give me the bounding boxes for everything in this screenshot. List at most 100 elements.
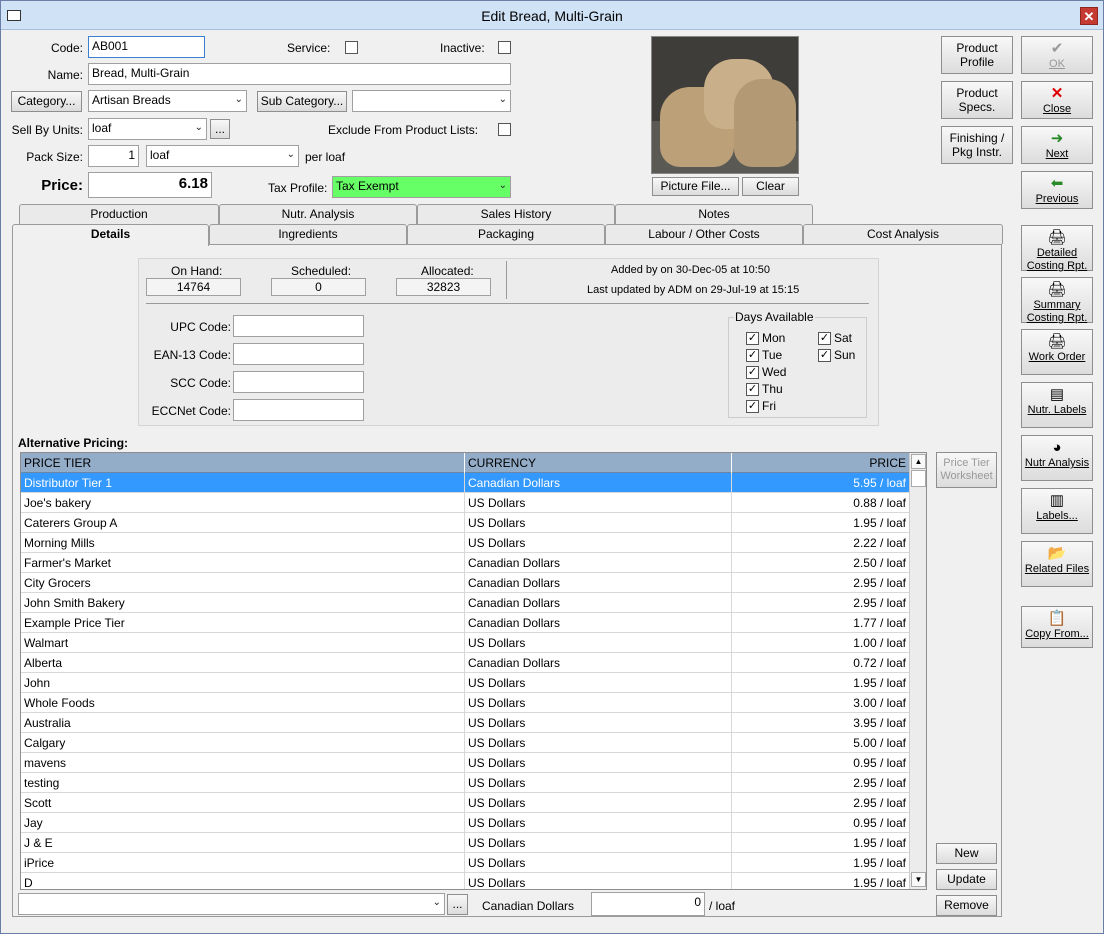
day-thu-checkbox[interactable]: ✓ [746, 383, 759, 396]
ok-button[interactable]: ✔ OK [1021, 36, 1093, 74]
table-row[interactable]: City Grocers Canadian Dollars 2.95 / loaf [21, 573, 910, 593]
table-row[interactable]: Alberta Canadian Dollars 0.72 / loaf [21, 653, 910, 673]
subcategory-button[interactable]: Sub Category... [257, 91, 347, 112]
day-tue-checkbox[interactable]: ✓ [746, 349, 759, 362]
price-tier-select[interactable]: ⌄ [18, 893, 445, 915]
inactive-checkbox[interactable] [498, 41, 511, 54]
upc-field[interactable] [233, 315, 364, 337]
scroll-down-icon[interactable]: ▼ [911, 872, 926, 887]
pack-unit-select[interactable]: loaf ⌄ [146, 145, 299, 167]
price-cell: 2.95 / loaf [732, 593, 910, 613]
scheduled-label: Scheduled: [291, 264, 352, 278]
table-row[interactable]: Walmart US Dollars 1.00 / loaf [21, 633, 910, 653]
service-checkbox[interactable] [345, 41, 358, 54]
table-row[interactable]: Joe's bakery US Dollars 0.88 / loaf [21, 493, 910, 513]
table-row[interactable]: Caterers Group A US Dollars 1.95 / loaf [21, 513, 910, 533]
chevron-down-icon: ⌄ [498, 180, 507, 191]
subcategory-select[interactable]: ⌄ [352, 90, 511, 112]
eccnet-field[interactable] [233, 399, 364, 421]
day-fri-checkbox[interactable]: ✓ [746, 400, 759, 413]
close-window-icon[interactable]: ✕ [1080, 7, 1098, 25]
product-specs-button[interactable]: Product Specs. [941, 81, 1013, 119]
table-row[interactable]: iPrice US Dollars 1.95 / loaf [21, 853, 910, 873]
update-price-tier-button[interactable]: Update [936, 869, 997, 890]
picture-file-button[interactable]: Picture File... [652, 177, 739, 196]
next-button[interactable]: ➜ Next [1021, 126, 1093, 164]
column-header-currency[interactable]: CURRENCY [465, 453, 732, 473]
table-row[interactable]: J & E US Dollars 1.95 / loaf [21, 833, 910, 853]
allocated-label: Allocated: [421, 264, 474, 278]
table-row[interactable]: John Smith Bakery Canadian Dollars 2.95 / … [21, 593, 910, 613]
category-select[interactable]: Artisan Breads ⌄ [88, 90, 247, 112]
table-row[interactable]: Australia US Dollars 3.95 / loaf [21, 713, 910, 733]
price-tier-table: PRICE TIER CURRENCY PRICE Distributor Ti… [20, 452, 927, 890]
name-field[interactable]: Bread, Multi-Grain [88, 63, 511, 85]
product-profile-button[interactable]: Product Profile [941, 36, 1013, 74]
side-button-related-files[interactable]: 📂 Related Files [1021, 541, 1093, 587]
side-button-nutr-labels[interactable]: ▤ Nutr. Labels [1021, 382, 1093, 428]
sell-by-browse-button[interactable]: ... [210, 119, 230, 139]
side-button-copy-from[interactable]: 📋 Copy From... [1021, 606, 1093, 648]
price-tier-browse-button[interactable]: ... [447, 894, 468, 915]
tab-sales-history[interactable]: Sales History [417, 204, 615, 224]
price-tier-cell: D [21, 873, 465, 889]
previous-button[interactable]: ⬅ Previous [1021, 171, 1093, 209]
column-header-price[interactable]: PRICE [732, 453, 910, 473]
table-row[interactable]: Scott US Dollars 2.95 / loaf [21, 793, 910, 813]
side-button-nutr-analysis[interactable]: ◕ Nutr Analysis [1021, 435, 1093, 481]
code-field[interactable]: AB001 [88, 36, 205, 58]
table-row[interactable]: Morning Mills US Dollars 2.22 / loaf [21, 533, 910, 553]
table-row[interactable]: Distributor Tier 1 Canadian Dollars 5.95 /… [21, 473, 910, 493]
tab-notes[interactable]: Notes [615, 204, 813, 224]
price-tier-worksheet-button[interactable]: Price Tier Worksheet [936, 452, 997, 488]
clear-picture-button[interactable]: Clear [742, 177, 799, 196]
table-scrollbar[interactable]: ▲ ▼ [909, 453, 926, 889]
day-wed-checkbox[interactable]: ✓ [746, 366, 759, 379]
tab-packaging[interactable]: Packaging [407, 224, 605, 244]
sell-by-select[interactable]: loaf ⌄ [88, 118, 207, 140]
side-button-detailed-costing-rpt[interactable]: 🖨 Detailed Costing Rpt. [1021, 225, 1093, 272]
tax-profile-select[interactable]: Tax Exempt ⌄ [332, 176, 511, 198]
day-mon-checkbox[interactable]: ✓ [746, 332, 759, 345]
bottom-price-field[interactable]: 0 [591, 892, 705, 916]
table-row[interactable]: John US Dollars 1.95 / loaf [21, 673, 910, 693]
price-tier-cell: City Grocers [21, 573, 465, 593]
tab-production[interactable]: Production [19, 204, 219, 224]
side-button-work-order[interactable]: 🖨 Work Order [1021, 329, 1093, 375]
new-price-tier-button[interactable]: New [936, 843, 997, 864]
table-row[interactable]: D US Dollars 1.95 / loaf [21, 873, 910, 889]
scc-field[interactable] [233, 371, 364, 393]
price-tier-cell: Farmer's Market [21, 553, 465, 573]
table-row[interactable]: testing US Dollars 2.95 / loaf [21, 773, 910, 793]
finishing-pkg-button[interactable]: Finishing / Pkg Instr. [941, 126, 1013, 164]
tab-labour-other-costs[interactable]: Labour / Other Costs [605, 224, 803, 244]
table-row[interactable]: Whole Foods US Dollars 3.00 / loaf [21, 693, 910, 713]
table-row[interactable]: Example Price Tier Canadian Dollars 1.77 /… [21, 613, 910, 633]
price-tier-cell: Scott [21, 793, 465, 813]
table-row[interactable]: Farmer's Market Canadian Dollars 2.50 / lo… [21, 553, 910, 573]
scroll-up-icon[interactable]: ▲ [911, 454, 926, 469]
scroll-thumb[interactable] [911, 470, 926, 487]
day-sun-checkbox[interactable]: ✓ [818, 349, 831, 362]
exclude-checkbox[interactable] [498, 123, 511, 136]
remove-price-tier-button[interactable]: Remove [936, 895, 997, 916]
side-button-summary-costing-rpt[interactable]: 🖨 Summary Costing Rpt. [1021, 277, 1093, 324]
currency-cell: US Dollars [465, 733, 732, 753]
chevron-down-icon: ⌄ [286, 149, 295, 160]
day-sat-checkbox[interactable]: ✓ [818, 332, 831, 345]
category-button[interactable]: Category... [11, 91, 82, 112]
close-button[interactable]: ✕ Close [1021, 81, 1093, 119]
window-title: Edit Bread, Multi-Grain [481, 8, 623, 24]
tab-cost-analysis[interactable]: Cost Analysis [803, 224, 1003, 244]
tab-ingredients[interactable]: Ingredients [209, 224, 407, 244]
price-field[interactable]: 6.18 [88, 172, 212, 198]
table-row[interactable]: Calgary US Dollars 5.00 / loaf [21, 733, 910, 753]
table-row[interactable]: mavens US Dollars 0.95 / loaf [21, 753, 910, 773]
side-button-labels[interactable]: ▥ Labels... [1021, 488, 1093, 534]
ean-field[interactable] [233, 343, 364, 365]
table-row[interactable]: Jay US Dollars 0.95 / loaf [21, 813, 910, 833]
tab-nutr-analysis[interactable]: Nutr. Analysis [219, 204, 417, 224]
column-header-price-tier[interactable]: PRICE TIER [21, 453, 465, 473]
tab-details[interactable]: Details [12, 224, 209, 246]
pack-size-field[interactable]: 1 [88, 145, 139, 167]
